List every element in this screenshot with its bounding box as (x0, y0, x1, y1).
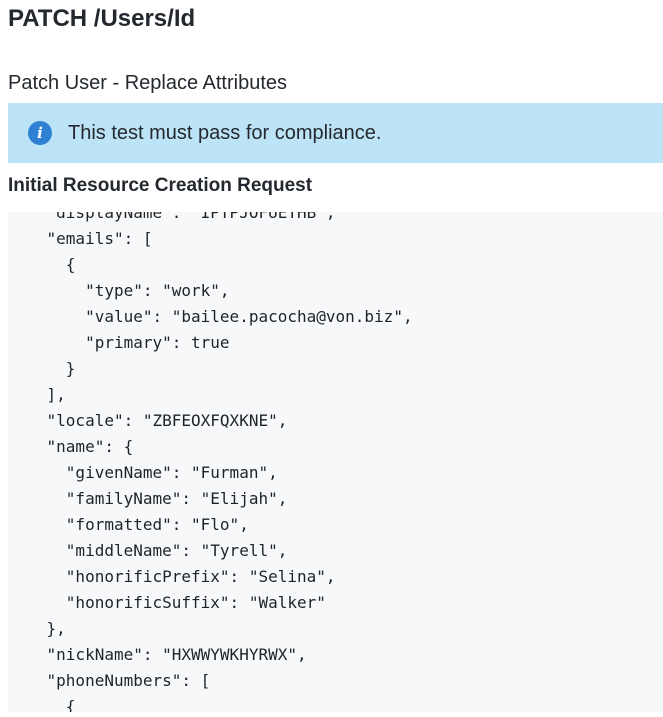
code-line: "middleName": "Tyrell", (8, 541, 288, 560)
code-line: "phoneNumbers": [ (8, 671, 211, 690)
code-line: "displayName": "IPTPJOFUETHB", (8, 212, 336, 222)
code-line: "honorificSuffix": "Walker" (8, 593, 326, 612)
code-line: "locale": "ZBFEOXFQXKNE", (8, 411, 288, 430)
code-line: ], (8, 385, 66, 404)
code-line: } (8, 359, 76, 378)
code-line: { (8, 255, 76, 274)
info-banner-text: This test must pass for compliance. (68, 122, 382, 144)
code-block[interactable]: "displayName": "IPTPJOFUETHB", "emails":… (8, 212, 663, 712)
code-line: "emails": [ (8, 229, 153, 248)
code-line: { (8, 697, 76, 712)
code-line: "nickName": "HXWWYWKHYRWX", (8, 645, 307, 664)
test-case-subtitle: Patch User - Replace Attributes (8, 72, 288, 94)
code-line: "formatted": "Flo", (8, 515, 249, 534)
code-line: "primary": true (8, 333, 230, 352)
code-line: "honorificPrefix": "Selina", (8, 567, 336, 586)
code-line: "value": "bailee.pacocha@von.biz", (8, 307, 413, 326)
code-line: "type": "work", (8, 281, 230, 300)
code-line: "givenName": "Furman", (8, 463, 278, 482)
code-line: "familyName": "Elijah", (8, 489, 288, 508)
code-lines: "displayName": "IPTPJOFUETHB", "emails":… (8, 212, 413, 712)
compliance-info-banner: i This test must pass for compliance. (8, 103, 663, 163)
section-heading: Initial Resource Creation Request (8, 175, 313, 196)
code-line: }, (8, 619, 66, 638)
info-icon: i (28, 121, 52, 145)
code-line: "name": { (8, 437, 134, 456)
page-title: PATCH /Users/Id (8, 5, 196, 32)
